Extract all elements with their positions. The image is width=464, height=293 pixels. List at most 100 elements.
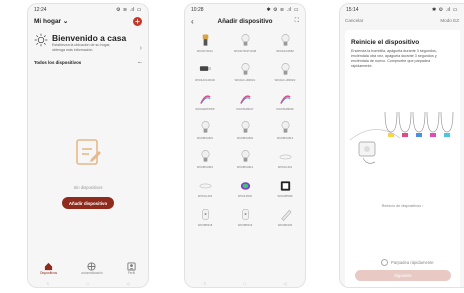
device-option-label: WOOBULB14	[236, 166, 254, 169]
device-option[interactable]: WOOCL003	[185, 177, 225, 206]
device-option[interactable]: WOOBULB03	[225, 119, 265, 148]
status-bar: 10:28 ✱ ⚙ ≋ .ıl ▭	[185, 4, 305, 15]
more-icon[interactable]: ···	[138, 60, 142, 65]
strip-icon	[199, 95, 211, 104]
reset-devices-link[interactable]: Reinicio de dispositivos ›	[345, 204, 460, 208]
device-option[interactable]: WOOHT301C	[185, 32, 225, 61]
chevron-right-icon: ›	[422, 204, 424, 208]
device-option-label: WOOHT301T-RGB	[233, 50, 257, 53]
tab-label: Dispositivos	[40, 271, 58, 275]
device-option[interactable]: WOOBULB15	[185, 148, 225, 177]
socket-icon	[280, 181, 290, 191]
system-nav-bar: ≡ □ ◁	[28, 280, 148, 287]
strip-icon	[279, 95, 291, 104]
checkbox-circle[interactable]	[381, 259, 388, 266]
device-option-label: WOOHCG4001D	[195, 79, 215, 82]
device-option[interactable]: WOOBP018	[185, 206, 225, 235]
remote-icon	[280, 209, 291, 221]
back-icon[interactable]: ‹	[191, 17, 203, 26]
device-option[interactable]: WOORF025	[265, 206, 305, 235]
system-nav-bar: ≡ □ ◁	[185, 280, 305, 287]
status-icons: ✱ ⚙ ≋ .ıl ▭	[266, 6, 299, 13]
panel-icon	[240, 182, 250, 190]
device-option[interactable]: WOOLEDSTRIP	[185, 90, 225, 119]
welcome-title: Bienvenido a casa	[52, 33, 127, 43]
device-option[interactable]: WOOHC-LB002/3	[265, 61, 305, 90]
bulb-icon	[281, 34, 289, 46]
nav-menu-icon[interactable]: ≡	[47, 281, 49, 286]
status-icons: ⚙ ≋ .ıl ▭	[116, 6, 142, 13]
device-option[interactable]: WOOBP019	[225, 206, 265, 235]
device-option-label: WOOWP008	[277, 195, 293, 198]
bulb-icon	[281, 63, 289, 75]
tab-profile[interactable]: Perfil	[127, 262, 136, 275]
instruction-card: Reinicie el dispositivo Encienda la bomb…	[345, 30, 460, 287]
welcome-banner[interactable]: Bienvenido a casa Establezca la ubicació…	[28, 27, 148, 54]
tab-automation[interactable]: automatización	[81, 262, 103, 275]
cancel-button[interactable]: Cancelar	[345, 18, 363, 23]
bulb-icon	[241, 121, 249, 133]
empty-devices-icon	[76, 139, 101, 165]
reset-device-screen: 15:14 ✱ ⚙ .ıl ▭ Cancelar Modo EZ Reinici…	[340, 4, 464, 287]
bulb-icon	[241, 63, 249, 75]
add-plus-button[interactable]: +	[133, 16, 142, 26]
blink-checkbox[interactable]: Parpadea rápidamente	[381, 259, 434, 266]
device-option-label: WOOLEDSTRIP	[195, 108, 215, 111]
device-option-label: WOOBULB01	[196, 137, 214, 140]
status-icons: ✱ ⚙ .ıl ▭	[432, 6, 458, 13]
device-option-label: WOOHC-LB002/3	[274, 79, 296, 82]
plug-icon	[201, 209, 209, 220]
devices-header: Todos los dispositivos	[34, 60, 82, 66]
status-time: 12:24	[34, 6, 47, 13]
chevron-right-icon: ›	[139, 45, 142, 52]
nav-back-icon[interactable]: ◁	[126, 281, 129, 286]
device-option-label: WOOHT301C	[196, 50, 214, 53]
device-option[interactable]: WOOHC-LB001/1	[225, 61, 265, 90]
next-button[interactable]: Siguiente	[355, 270, 451, 281]
device-option[interactable]: WOOHT301T-RGB	[225, 32, 265, 61]
nav-menu-icon[interactable]: ≡	[204, 281, 206, 286]
home-screen: 12:24 ⚙ ≋ .ıl ▭ Mi hogar ⌄ + Bienvenido …	[28, 4, 148, 287]
device-option-label: WOOHC-LB001/1	[234, 79, 256, 82]
device-option-label: WOOBP019	[237, 224, 253, 227]
device-option[interactable]: WOOBULB14	[225, 148, 265, 177]
device-option-label: WOOHC2005Z	[276, 50, 294, 53]
mode-selector[interactable]: Modo EZ	[440, 18, 459, 23]
device-option-label: WOOBULB03	[236, 137, 254, 140]
status-bar: 12:24 ⚙ ≋ .ıl ▭	[28, 4, 148, 15]
device-option[interactable]: WOOSLB3017	[225, 90, 265, 119]
nav-back-icon[interactable]: ◁	[283, 281, 286, 286]
tab-label: Perfil	[127, 271, 136, 275]
device-option-label: WOOCL003	[197, 195, 213, 198]
bulb-icon	[201, 121, 209, 133]
nav-home-icon[interactable]: □	[86, 281, 88, 286]
device-option[interactable]: WOOWP008	[265, 177, 305, 206]
nav-home-icon[interactable]: □	[243, 281, 245, 286]
home-selector[interactable]: Mi hogar ⌄	[34, 17, 68, 25]
device-option[interactable]: WOOSLB3006	[265, 90, 305, 119]
device-option-label: WOOBULB15	[196, 166, 214, 169]
status-bar: 15:14 ✱ ⚙ .ıl ▭	[340, 4, 464, 15]
device-option[interactable]: WOOHC2005Z	[265, 32, 305, 61]
device-option[interactable]: WOOLP002	[225, 177, 265, 206]
device-option[interactable]: WOOHCG4001D	[185, 61, 225, 90]
strip-icon	[239, 95, 251, 104]
home-selector-label: Mi hogar	[34, 18, 62, 25]
ceiling-icon	[199, 183, 211, 189]
bulbs-illustration	[349, 111, 454, 164]
welcome-subtitle: Establezca la ubicación de su hogar, obt…	[52, 43, 111, 52]
add-device-screen: 10:28 ✱ ⚙ ≋ .ıl ▭ ‹ Añadir dispositivo ⛶…	[185, 4, 305, 287]
plug-icon	[241, 209, 249, 220]
device-option-label: WOOBP018	[197, 224, 213, 227]
status-time: 10:28	[191, 6, 204, 13]
ceiling-icon	[279, 154, 291, 160]
device-option[interactable]: WOOBULB12	[265, 119, 305, 148]
device-grid: WOOHT301C WOOHT301T-RGB WOOHC2005Z WOOHCG40…	[185, 28, 305, 235]
add-device-button[interactable]: Añadir dispositivo	[62, 197, 114, 209]
tab-devices[interactable]: Dispositivos	[40, 262, 57, 275]
scan-icon[interactable]: ⛶	[287, 18, 299, 25]
reset-link-label: Reinicio de dispositivos	[381, 204, 422, 208]
device-option[interactable]: WOOBULB01	[185, 119, 225, 148]
device-option[interactable]: WOOCL001	[265, 148, 305, 177]
bulb-icon	[241, 150, 249, 162]
